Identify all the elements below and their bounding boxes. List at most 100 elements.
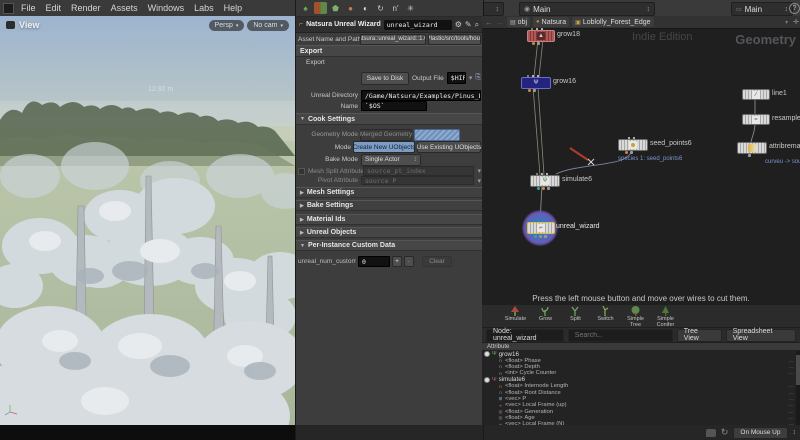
node-grow18[interactable]: ▲ [527, 30, 555, 42]
breadcrumb-obj[interactable]: ▤ obj [507, 17, 531, 27]
network-editor[interactable]: ← → ▤ obj ● Natsura ▣ Loblolly_Forest_Ed… [482, 16, 800, 305]
row-options-icon: … [788, 402, 794, 409]
fox-icon[interactable]: ● [344, 2, 357, 14]
node-simulate6[interactable]: Ψ [530, 175, 560, 187]
name-field[interactable]: `$OS` [361, 101, 427, 111]
menu-file[interactable]: File [16, 0, 41, 16]
image-icon[interactable] [314, 2, 327, 14]
radio-icon[interactable] [484, 351, 490, 358]
help-icon[interactable]: ? [789, 3, 800, 14]
moon-icon[interactable]: ◐ [359, 2, 372, 14]
magnifier-icon[interactable]: ⌕ [475, 20, 479, 30]
brush-icon[interactable]: ✎ [465, 20, 472, 29]
breadcrumb-loblolly[interactable]: ▣ Loblolly_Forest_Edge [572, 17, 654, 27]
comment-bubble-icon[interactable] [705, 428, 716, 437]
scene-viewport[interactable]: View Persp ▾ No cam ▾ 12.92 m [0, 16, 295, 425]
simple-tree-tool-icon [631, 306, 640, 316]
attribute-search-input[interactable] [567, 328, 673, 342]
mode-use-existing-button[interactable]: Use Existing UObjects [417, 141, 481, 153]
menu-assets[interactable]: Assets [106, 0, 143, 16]
gear-icon[interactable]: ⚙ [455, 20, 462, 29]
forward-icon[interactable]: → [496, 18, 504, 27]
menu-windows[interactable]: Windows [143, 0, 190, 16]
pin-icon[interactable]: ✛ [793, 18, 799, 26]
bake-mode-dropdown[interactable]: Single Actor ↕ [361, 153, 421, 166]
resample-node-icon: ≈ [752, 115, 760, 124]
node-seed-points6[interactable] [618, 139, 648, 151]
mode-create-new-button[interactable]: Create New UObjects [353, 141, 415, 153]
output-file-field[interactable]: $HIP/geo/batch/`chs("nam [446, 72, 466, 84]
shelf-tool-simulate[interactable]: Simulate [502, 306, 529, 322]
node-grow16[interactable]: Ψ [521, 77, 551, 89]
network-pane-spinner-icon[interactable]: ↕ [785, 6, 789, 13]
update-mode-spinner-icon[interactable]: ↕ [793, 429, 797, 436]
update-mode-label: On Mouse Up [740, 429, 781, 436]
shelf-tool-grow[interactable]: Grow [532, 306, 559, 322]
pane-tab-selector[interactable]: ◉ Main ↕ [519, 2, 655, 16]
output-file-menu-icon[interactable]: ▾ [469, 74, 473, 82]
menu-labs[interactable]: Labs [189, 0, 219, 16]
section-mesh-settings[interactable]: ▶ Mesh Settings [296, 187, 483, 198]
camera-nocam-selector[interactable]: No cam ▾ [247, 20, 289, 31]
pane-spinner-icon[interactable]: ↕ [647, 6, 651, 13]
camera-icon[interactable] [6, 21, 15, 29]
camera-persp-selector[interactable]: Persp ▾ [208, 20, 245, 31]
unreal-directory-field[interactable]: /Game/Natsura/Examples/Pinus_Loblolly [361, 90, 481, 101]
menu-render[interactable]: Render [66, 0, 106, 16]
node-name-input[interactable] [383, 19, 452, 30]
update-mode-dropdown[interactable]: On Mouse Up [733, 426, 788, 439]
shelf-tool-simple-tree[interactable]: Simple Tree [622, 306, 649, 328]
attribute-tree[interactable]: Ψ grow16 n <float> Phase … n <float> Dep… [482, 351, 800, 429]
node-unreal-wizard[interactable]: ⌐ [527, 222, 555, 234]
attribute-column-header[interactable]: Attribute [482, 343, 800, 351]
node-graph-icon[interactable]: n′ [389, 2, 402, 14]
network-pane-tab-selector[interactable]: ▭ Main ↕ [731, 2, 793, 16]
geometry-mode-highlighted-button[interactable] [414, 128, 460, 141]
chevron-down-icon[interactable]: ▾ [785, 19, 788, 26]
desktop-spinner-icon[interactable]: ↕ [496, 6, 500, 13]
shelf-tool-switch[interactable]: Switch [592, 306, 619, 322]
section-bake-settings[interactable]: ▶ Bake Settings [296, 200, 483, 211]
row-options-icon: … [788, 415, 794, 422]
section-export[interactable]: Export [296, 45, 483, 57]
custom-data-count-field[interactable]: 0 [358, 256, 390, 267]
network-canvas[interactable]: Indie Edition Geometry ▲ grow18 Ψ grow16… [482, 28, 800, 305]
node-label-unreal-wizard: unreal_wizard [556, 223, 600, 230]
section-per-instance[interactable]: ▼ Per-Instance Custom Data [296, 240, 483, 251]
inspected-node-chip[interactable]: Node: unreal_wizard [486, 328, 564, 342]
menu-edit[interactable]: Edit [41, 0, 67, 16]
node-badges [532, 42, 540, 45]
tree-view-button[interactable]: Tree View [676, 328, 722, 342]
refresh-icon[interactable]: ↻ [721, 427, 729, 438]
shield-icon[interactable]: ⬟ [329, 2, 342, 14]
menu-help[interactable]: Help [219, 0, 248, 16]
wire-cut-stroke [569, 147, 589, 161]
recook-icon[interactable]: ↻ [374, 2, 387, 14]
shelf-tool-simple-conifer[interactable]: Simple Conifer [652, 306, 679, 328]
remove-item-button[interactable]: - [404, 256, 414, 267]
section-material-ids[interactable]: ▶ Material Ids [296, 214, 483, 225]
save-to-disk-button[interactable]: Save to Disk [361, 71, 409, 85]
shelf-tool-split[interactable]: Split [562, 306, 589, 322]
scrollbar[interactable] [796, 351, 800, 429]
breadcrumb-natsura[interactable]: ● Natsura [533, 17, 570, 27]
gear-flower-icon[interactable]: ✳ [404, 2, 417, 14]
clear-button[interactable]: Clear [422, 256, 452, 267]
add-item-button[interactable]: + [392, 256, 402, 267]
node-resample1[interactable]: ≈ [742, 114, 770, 125]
mesh-split-checkbox[interactable] [298, 167, 305, 175]
node-attribremap1[interactable] [737, 142, 767, 154]
asset-path-dropdown[interactable]: D:/Natsura/Plastic/src/tools/houdini/hou… [428, 33, 481, 45]
section-cook-settings[interactable]: ▼ Cook Settings [296, 113, 483, 125]
spreadsheet-view-button[interactable]: Spreadsheet View [725, 328, 797, 342]
geometry-mode-merged-button[interactable]: Merged Geometry [360, 128, 412, 141]
tree-icon[interactable]: ♠ [299, 2, 312, 14]
asset-name-dropdown[interactable]: natsura::unreal_wizard::1.0↕ [360, 33, 426, 45]
radio-icon[interactable] [484, 376, 490, 383]
node-line1[interactable]: ∕ [742, 89, 770, 100]
section-unreal-objects[interactable]: ▶ Unreal Objects [296, 227, 483, 238]
seed-points-node-icon [629, 141, 637, 149]
copy-parm-icon[interactable]: ⎘ [475, 74, 481, 82]
split-tool-icon [571, 306, 579, 316]
back-icon[interactable]: ← [485, 18, 493, 27]
